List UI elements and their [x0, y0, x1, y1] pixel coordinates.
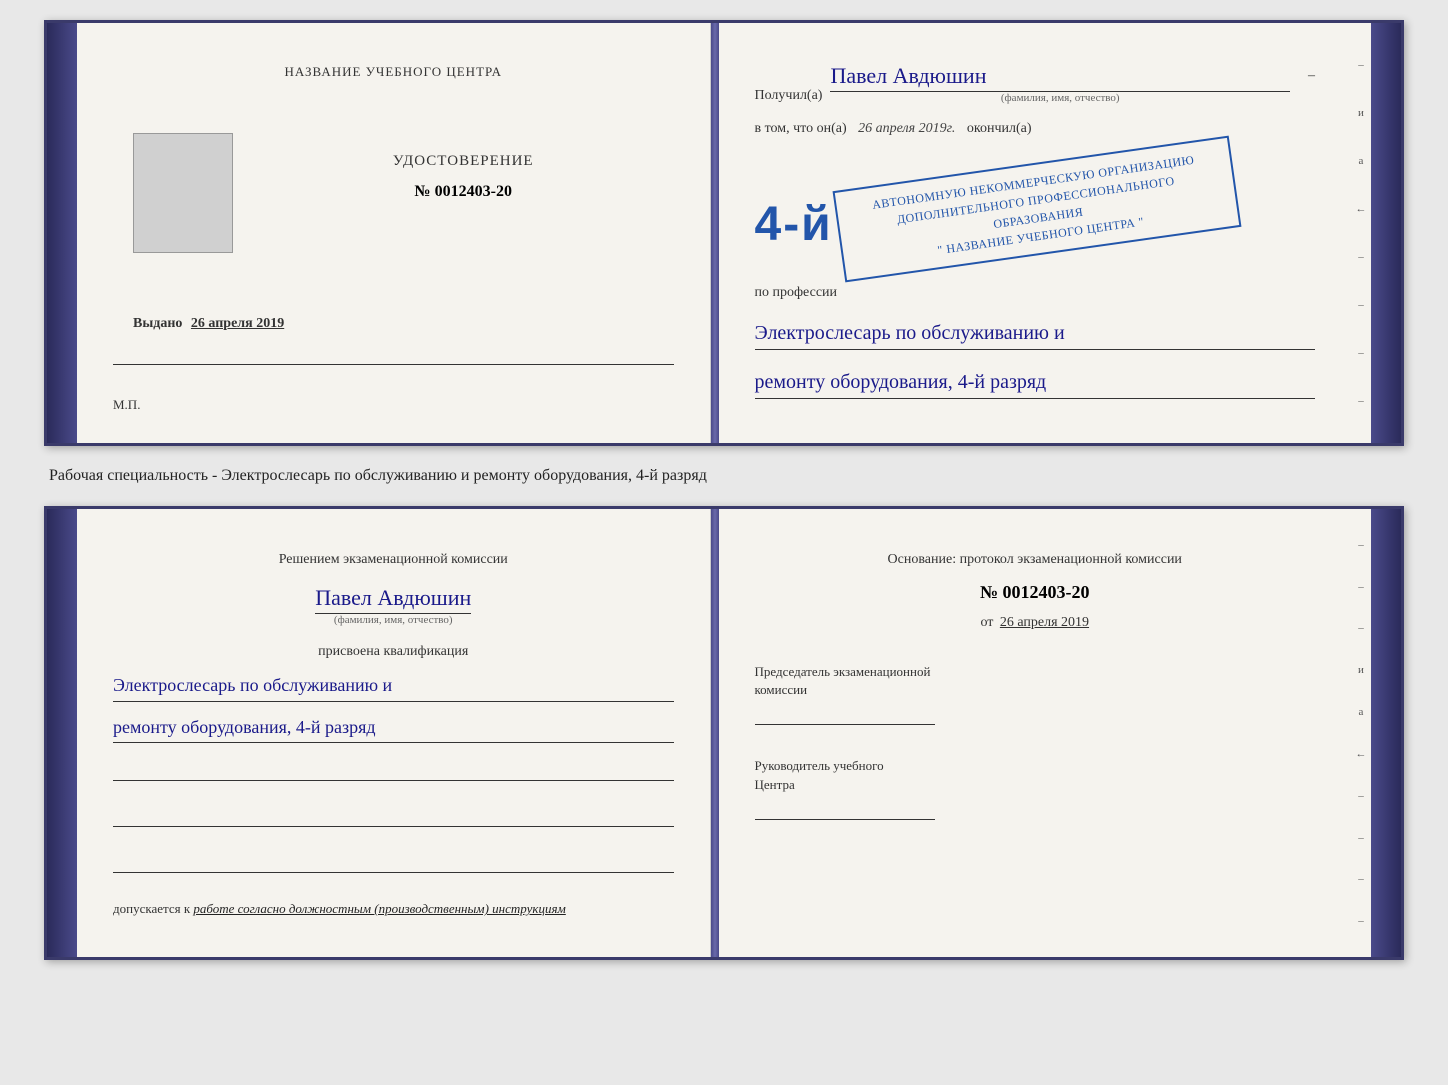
допускается-label: допускается к — [113, 901, 190, 916]
certificate-number: № 0012403-20 — [415, 183, 512, 201]
head-block: Руководитель учебного Центра — [755, 757, 1316, 819]
head-title-line1: Руководитель учебного — [755, 757, 1316, 775]
left-binding — [47, 23, 77, 443]
fio-subtitle-top: (фамилия, имя, отчество) — [830, 92, 1290, 104]
protocol-number: № 0012403-20 — [755, 582, 1316, 603]
photo-placeholder — [133, 133, 233, 253]
issued-label: Выдано — [133, 316, 182, 331]
commission-name: Павел Авдюшин — [315, 585, 471, 614]
profession-line1: Электрослесарь по обслуживанию и — [755, 317, 1316, 350]
certificate-title: УДОСТОВЕРЕНИЕ — [393, 153, 534, 170]
bottom-right-content: Основание: протокол экзаменационной коми… — [755, 539, 1316, 879]
bottom-document: Решением экзаменационной комиссии Павел … — [44, 506, 1404, 960]
middle-text: Рабочая специальность - Электрослесарь п… — [44, 464, 1404, 488]
profession-line2: ремонту оборудования, 4-й разряд — [755, 366, 1316, 399]
org-stamp: АВТОНОМНУЮ НЕКОММЕРЧЕСКУЮ ОРГАНИЗАЦИЮ ДО… — [832, 136, 1241, 283]
profession-label: по профессии — [755, 285, 1316, 301]
right-marks-bottom: – – – и а ← – – – – — [1351, 509, 1371, 957]
blank-line-2 — [113, 807, 674, 827]
issued-date-block: Выдано 26 апреля 2019 — [133, 316, 674, 332]
top-right-panel: Получил(а) Павел Авдюшин (фамилия, имя, … — [719, 23, 1352, 443]
middle-text-content: Рабочая специальность - Электрослесарь п… — [49, 467, 707, 484]
mp-label: М.П. — [113, 397, 140, 413]
from-date-block: от 26 апреля 2019 — [755, 615, 1316, 631]
received-label: Получил(а) — [755, 88, 823, 104]
bottom-left-panel: Решением экзаменационной комиссии Павел … — [77, 509, 711, 957]
assigned-label: присвоена квалификация — [113, 644, 674, 660]
top-left-panel: НАЗВАНИЕ УЧЕБНОГО ЦЕНТРА УДОСТОВЕРЕНИЕ №… — [77, 23, 711, 443]
qualification-line1: Электрослесарь по обслуживанию и — [113, 670, 674, 702]
chairman-title-line2: комиссии — [755, 681, 1316, 699]
spine-bottom — [711, 509, 719, 957]
in-that-block: в том, что он(а) 26 апреля 2019г. окончи… — [755, 116, 1316, 141]
qualification-line2: ремонту оборудования, 4-й разряд — [113, 712, 674, 744]
blank-line-3 — [113, 853, 674, 873]
from-label: от — [980, 615, 993, 630]
issued-date-value: 26 апреля 2019 — [191, 316, 284, 331]
допускается-block: допускается к работе согласно должностны… — [113, 901, 674, 917]
chairman-block: Председатель экзаменационной комиссии — [755, 663, 1316, 725]
stamp-block: 4-й АВТОНОМНУЮ НЕКОММЕРЧЕСКУЮ ОРГАНИЗАЦИ… — [755, 158, 1316, 260]
recipient-name: Павел Авдюшин — [830, 63, 1290, 92]
bottom-right-panel: Основание: протокол экзаменационной коми… — [719, 509, 1352, 957]
right-binding-top — [1371, 23, 1401, 443]
completion-date: 26 апреля 2019г. — [858, 121, 955, 136]
top-document: НАЗВАНИЕ УЧЕБНОГО ЦЕНТРА УДОСТОВЕРЕНИЕ №… — [44, 20, 1404, 446]
school-name-top: НАЗВАНИЕ УЧЕБНОГО ЦЕНТРА — [285, 63, 502, 81]
blank-line-1 — [113, 761, 674, 781]
top-left-content: НАЗВАНИЕ УЧЕБНОГО ЦЕНТРА УДОСТОВЕРЕНИЕ №… — [113, 53, 674, 413]
commission-title: Решением экзаменационной комиссии — [113, 549, 674, 570]
chairman-title-line1: Председатель экзаменационной — [755, 663, 1316, 681]
right-marks-top: – и а ← – – – – — [1351, 23, 1371, 443]
from-date-value: 26 апреля 2019 — [1000, 615, 1089, 630]
head-title-line2: Центра — [755, 776, 1316, 794]
finished-label: окончил(а) — [967, 121, 1032, 136]
chairman-sig-line — [755, 724, 935, 725]
bottom-left-content: Решением экзаменационной комиссии Павел … — [113, 539, 674, 927]
osnov-label: Основание: протокол экзаменационной коми… — [755, 549, 1316, 570]
received-line: Получил(а) Павел Авдюшин (фамилия, имя, … — [755, 63, 1316, 104]
in-that-label: в том, что он(а) — [755, 121, 847, 136]
grade-stamp: 4-й — [755, 198, 833, 251]
spine-top — [711, 23, 719, 443]
head-sig-line — [755, 819, 935, 820]
top-right-content: Получил(а) Павел Авдюшин (фамилия, имя, … — [755, 53, 1316, 413]
left-binding-bottom — [47, 509, 77, 957]
fio-label-bottom: (фамилия, имя, отчество) — [334, 614, 453, 626]
допускается-text: работе согласно должностным (производств… — [193, 901, 565, 916]
right-binding-bottom — [1371, 509, 1401, 957]
